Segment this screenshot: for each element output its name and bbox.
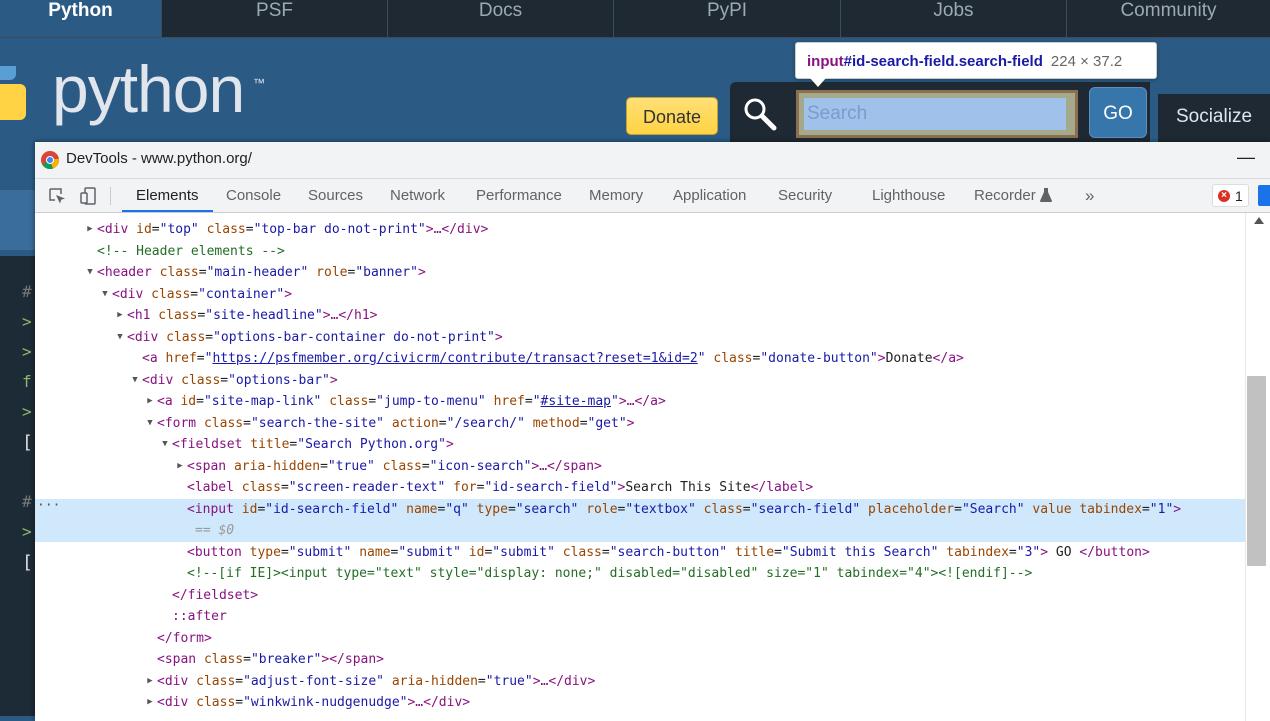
tab-lighthouse[interactable]: Lighthouse	[872, 179, 945, 212]
nav-pypi[interactable]: PyPI	[614, 0, 841, 37]
dom-comment[interactable]: <!-- Header elements -->	[35, 241, 1245, 263]
elements-scrollbar[interactable]	[1245, 213, 1270, 721]
dom-node[interactable]: ▼ <div class="container">	[35, 284, 1245, 306]
dom-node[interactable]: <button type="submit" name="submit" id="…	[35, 542, 1245, 564]
tab-elements[interactable]: Elements	[122, 179, 213, 212]
dom-comment[interactable]: <!--[if IE]><input type="text" style="di…	[35, 563, 1245, 585]
dom-node[interactable]: ▶ <div class="winkwink-nudgenudge">…</di…	[35, 692, 1245, 714]
dom-node-selected[interactable]: ··· <input id="id-search-field" name="q"…	[35, 498, 1245, 542]
donate-link[interactable]: https://psfmember.org/civicrm/contribute…	[212, 351, 697, 366]
minimize-button[interactable]: —	[1237, 147, 1255, 171]
tab-sources[interactable]: Sources	[308, 179, 363, 212]
settings-icon[interactable]	[1258, 185, 1270, 206]
tab-network[interactable]: Network	[390, 179, 445, 212]
expand-triangle-icon[interactable]: ▶	[115, 305, 125, 327]
collapse-triangle-icon[interactable]: ▼	[100, 284, 110, 306]
page-glyph: #	[22, 492, 32, 511]
node-actions-icon[interactable]: ···	[37, 495, 60, 517]
inspect-element-icon[interactable]	[47, 186, 67, 206]
collapse-triangle-icon[interactable]: ▼	[145, 413, 155, 435]
dom-node[interactable]: </form>	[35, 628, 1245, 650]
error-icon: ×	[1218, 190, 1230, 202]
site-map-link[interactable]: #site-map	[541, 394, 611, 409]
site-top-nav: Python PSF Docs PyPI Jobs Community	[0, 0, 1270, 38]
error-count: 1	[1235, 188, 1243, 204]
collapse-triangle-icon[interactable]: ▼	[85, 262, 95, 284]
dom-node[interactable]: ▶ <span aria-hidden="true" class="icon-s…	[35, 456, 1245, 478]
search-icon	[744, 98, 777, 131]
devtools-title: DevTools - www.python.org/	[66, 150, 252, 167]
page-glyph: >	[22, 312, 32, 331]
dom-node[interactable]: ▼ <header class="main-header" role="bann…	[35, 262, 1245, 284]
tab-security[interactable]: Security	[778, 179, 832, 212]
dom-node[interactable]: ▼ <form class="search-the-site" action="…	[35, 413, 1245, 435]
page-glyph: >	[22, 342, 32, 361]
scroll-up-arrow-icon[interactable]	[1254, 217, 1264, 224]
search-input[interactable]: Search	[804, 98, 1066, 130]
nav-psf[interactable]: PSF	[162, 0, 388, 37]
python-logo-icon	[0, 66, 26, 120]
chrome-icon	[41, 151, 59, 169]
go-button[interactable]: GO	[1089, 87, 1147, 138]
expand-triangle-icon[interactable]: ▶	[85, 219, 95, 241]
devtools-titlebar[interactable]: DevTools - www.python.org/ —	[35, 142, 1270, 179]
tab-memory[interactable]: Memory	[589, 179, 643, 212]
page-glyph: >	[22, 402, 32, 421]
dom-pseudo-element[interactable]: ::after	[35, 606, 1245, 628]
page-left-strip: # > > f > [ # > [	[0, 148, 35, 721]
expand-triangle-icon[interactable]: ▶	[145, 671, 155, 693]
dom-node[interactable]: ▶ <div id="top" class="top-bar do-not-pr…	[35, 219, 1245, 241]
device-toggle-icon[interactable]	[79, 186, 99, 206]
nav-docs[interactable]: Docs	[388, 0, 614, 37]
dom-node[interactable]: ▼ <fieldset title="Search Python.org">	[35, 434, 1245, 456]
dom-node[interactable]: ▼ <div class="options-bar">	[35, 370, 1245, 392]
flask-icon	[1040, 188, 1052, 202]
nav-jobs[interactable]: Jobs	[841, 0, 1067, 37]
dom-node[interactable]: <span class="breaker"></span>	[35, 649, 1245, 671]
python-wordmark[interactable]: python	[52, 56, 245, 122]
console-ref: == $0	[195, 523, 235, 538]
devtools-toolbar: Elements Console Sources Network Perform…	[35, 179, 1270, 213]
tab-console[interactable]: Console	[226, 179, 281, 212]
dom-node[interactable]: <label class="screen-reader-text" for="i…	[35, 477, 1245, 499]
tab-performance[interactable]: Performance	[476, 179, 562, 212]
dom-node[interactable]: ▶ <div class="adjust-font-size" aria-hid…	[35, 671, 1245, 693]
tooltip-tag: input	[807, 53, 844, 70]
tab-application[interactable]: Application	[673, 179, 746, 212]
trademark-symbol: ™	[253, 76, 265, 90]
collapse-triangle-icon[interactable]: ▼	[130, 370, 140, 392]
more-tabs-icon[interactable]: »	[1085, 179, 1094, 212]
dom-node[interactable]: ▶ <a id="site-map-link" class="jump-to-m…	[35, 391, 1245, 413]
elements-tree: ▶ <div id="top" class="top-bar do-not-pr…	[35, 213, 1245, 721]
expand-triangle-icon[interactable]: ▶	[145, 692, 155, 714]
tooltip-selector: #id-search-field.search-field	[843, 53, 1043, 70]
page-glyph: [	[22, 432, 33, 453]
page-glyph: [	[22, 552, 33, 573]
tooltip-arrow	[810, 78, 826, 87]
tab-recorder-label: Recorder	[974, 187, 1036, 204]
nav-python[interactable]: Python	[0, 0, 162, 37]
page-glyph: #	[22, 282, 32, 301]
inspect-tooltip: input#id-search-field.search-field 224 × …	[795, 42, 1157, 79]
dom-node[interactable]: </fieldset>	[35, 585, 1245, 607]
tab-recorder[interactable]: Recorder	[974, 179, 1052, 212]
collapse-triangle-icon[interactable]: ▼	[115, 327, 125, 349]
socialize-button[interactable]: Socialize	[1158, 94, 1270, 144]
toolbar-separator	[110, 187, 111, 205]
tooltip-dimensions: 224 × 37.2	[1050, 53, 1123, 70]
page-glyph: f	[22, 372, 32, 391]
page-blue-block	[0, 190, 35, 250]
devtools-window: DevTools - www.python.org/ — Elements Co…	[35, 142, 1270, 721]
expand-triangle-icon[interactable]: ▶	[175, 456, 185, 478]
dom-node[interactable]: <a href="https://psfmember.org/civicrm/c…	[35, 348, 1245, 370]
donate-button[interactable]: Donate	[626, 97, 718, 135]
collapse-triangle-icon[interactable]: ▼	[160, 434, 170, 456]
nav-community[interactable]: Community	[1067, 0, 1270, 37]
page-glyph: >	[22, 522, 32, 541]
error-counter[interactable]: × 1	[1212, 184, 1249, 207]
scrollbar-thumb[interactable]	[1247, 376, 1266, 566]
dom-node[interactable]: ▶ <h1 class="site-headline">…</h1>	[35, 305, 1245, 327]
dom-node[interactable]: ▼ <div class="options-bar-container do-n…	[35, 327, 1245, 349]
expand-triangle-icon[interactable]: ▶	[145, 391, 155, 413]
